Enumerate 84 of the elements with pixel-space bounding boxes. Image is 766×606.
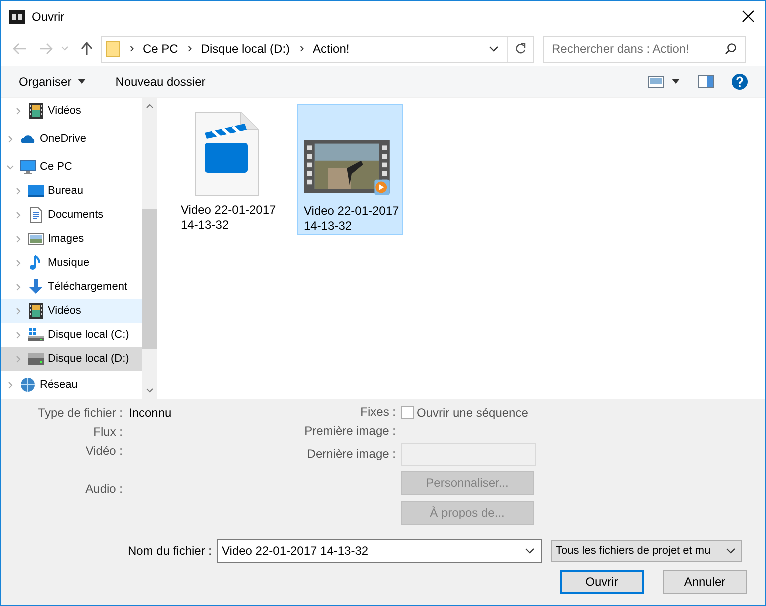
sidebar-item[interactable]: OneDrive <box>1 127 142 151</box>
video-icon <box>28 103 44 119</box>
chevron-right-icon[interactable] <box>15 356 22 362</box>
chevron-down-icon[interactable] <box>489 46 499 52</box>
breadcrumb[interactable]: Ce PC <box>143 40 178 58</box>
monitor-icon <box>20 159 36 175</box>
cancel-button[interactable]: Annuler <box>663 570 747 594</box>
chevron-right-icon[interactable] <box>15 308 22 314</box>
info-value: Inconnu <box>129 404 172 422</box>
scroll-up-icon[interactable] <box>146 104 154 109</box>
up-arrow-icon[interactable] <box>81 42 93 56</box>
sidebar-item[interactable]: Documents <box>1 203 142 227</box>
drive-icon <box>28 351 44 367</box>
chevron-right-icon[interactable] <box>15 188 22 194</box>
info-label: Flux : <box>92 424 123 440</box>
video-icon <box>28 303 44 319</box>
desktop-icon <box>28 183 44 199</box>
search-icon[interactable] <box>725 43 737 55</box>
sidebar-item[interactable]: Vidéos <box>1 299 142 323</box>
scrollbar-thumb[interactable] <box>142 209 157 349</box>
sidebar-item[interactable]: Réseau <box>1 373 142 397</box>
chevron-right-icon <box>130 45 135 53</box>
fixes-label: Fixes : <box>360 404 396 421</box>
drive-icon <box>28 327 44 343</box>
open-button[interactable]: Ouvrir <box>560 570 644 594</box>
file-name-label: Nom du fichier : <box>126 543 213 560</box>
document-icon <box>28 207 44 223</box>
chevron-right-icon[interactable] <box>7 136 14 142</box>
clapperboard-file-icon <box>195 112 259 196</box>
chevron-down-icon[interactable] <box>525 548 535 554</box>
picture-icon <box>28 231 44 247</box>
file-name-value: Video 22-01-2017 14-13-32 <box>222 543 369 560</box>
sidebar-item[interactable]: Disque local (D:) <box>1 347 142 371</box>
file-type-dropdown[interactable]: Tous les fichiers de projet et mu <box>551 540 742 562</box>
sidebar-item[interactable]: Disque local (C:) <box>1 323 142 347</box>
first-image-label: Première image : <box>304 423 396 440</box>
chevron-right-icon[interactable] <box>7 382 14 388</box>
sequence-checkbox[interactable] <box>401 406 414 419</box>
sidebar-item[interactable]: Ce PC <box>1 155 142 179</box>
help-icon[interactable] <box>732 74 748 90</box>
preview-pane-icon[interactable] <box>698 75 714 88</box>
info-label: Vidéo : <box>84 442 123 460</box>
down-arrow-icon <box>28 279 44 295</box>
breadcrumb[interactable]: Action! <box>313 40 350 58</box>
chevron-right-icon[interactable] <box>15 108 22 114</box>
chevron-right-icon[interactable] <box>15 236 22 242</box>
app-icon <box>9 10 25 24</box>
info-label: Type de fichier : <box>37 404 123 422</box>
info-label: Audio : <box>84 480 123 498</box>
close-icon[interactable] <box>742 10 755 23</box>
sidebar-item[interactable]: Téléchargement <box>1 275 142 299</box>
chevron-right-icon[interactable] <box>15 260 22 266</box>
view-icon[interactable] <box>648 76 664 88</box>
last-image-label: Dernière image : <box>307 446 396 463</box>
sidebar-item[interactable]: Images <box>1 227 142 251</box>
chevron-right-icon[interactable] <box>15 332 22 338</box>
chevron-down-icon[interactable] <box>726 548 736 554</box>
search-field[interactable]: Rechercher dans : Action! <box>543 36 746 62</box>
chevron-right-icon[interactable] <box>15 212 22 218</box>
sequence-label: Ouvrir une séquence <box>417 404 528 422</box>
sidebar-item[interactable]: Vidéos <box>1 99 142 123</box>
file-name-field[interactable]: Video 22-01-2017 14-13-32 <box>217 539 542 563</box>
back-arrow-icon[interactable] <box>13 43 27 55</box>
caret-icon[interactable] <box>672 79 680 84</box>
chevron-right-icon <box>188 45 194 53</box>
file-type-value: Tous les fichiers de projet et mu <box>556 544 711 559</box>
file-item[interactable]: Video 22-01-2017 14-13-32 <box>297 104 403 235</box>
refresh-icon[interactable] <box>515 43 526 55</box>
globe-icon <box>20 377 36 393</box>
window-title: Ouvrir <box>32 8 65 26</box>
folder-icon <box>106 41 120 57</box>
sidebar-item[interactable]: Musique <box>1 251 142 275</box>
file-item[interactable]: Video 22-01-2017 14-13-32 <box>174 104 280 235</box>
sidebar-item[interactable]: Bureau <box>1 179 142 203</box>
chevron-right-icon <box>300 45 306 53</box>
chevron-right-icon[interactable] <box>15 284 22 290</box>
scroll-down-icon[interactable] <box>146 388 154 393</box>
caret-icon <box>78 79 86 84</box>
forward-arrow-icon[interactable] <box>39 43 53 55</box>
new-folder-button[interactable]: Nouveau dossier <box>116 72 206 90</box>
address-bar[interactable]: Ce PC Disque local (D:) Action! <box>101 36 534 62</box>
breadcrumb[interactable]: Disque local (D:) <box>201 40 290 58</box>
search-placeholder: Rechercher dans : Action! <box>552 41 690 58</box>
organize-menu-button[interactable]: Organiser <box>19 72 86 90</box>
